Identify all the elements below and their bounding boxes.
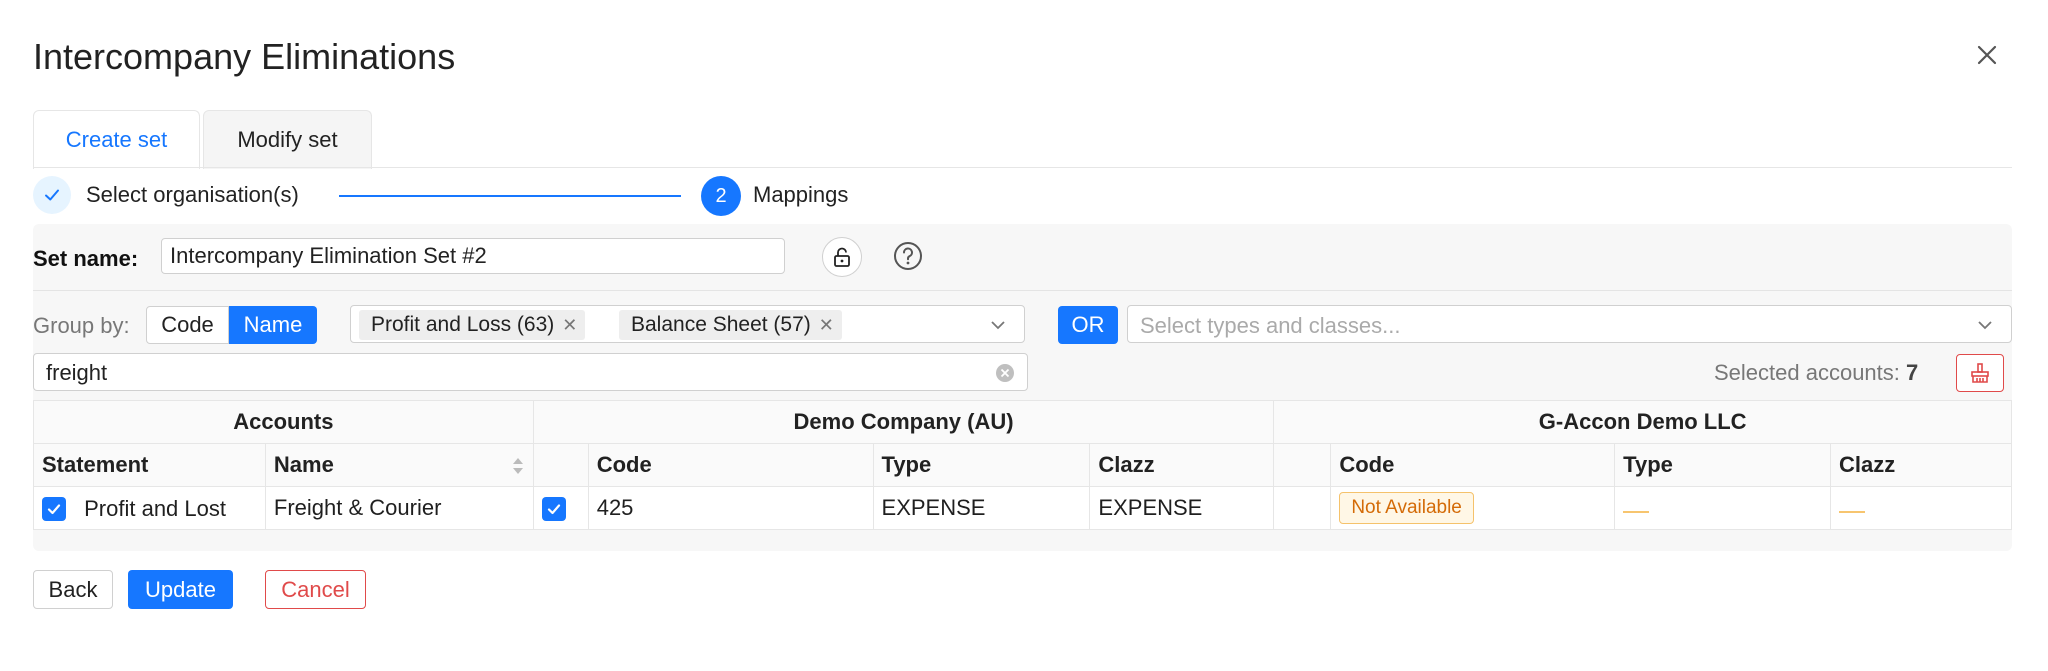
tab-modify-set[interactable]: Modify set <box>203 110 372 169</box>
tag-label: Balance Sheet (57) <box>631 313 811 336</box>
remove-tag-icon[interactable]: ✕ <box>562 315 577 336</box>
mappings-table: Accounts Demo Company (AU) G-Accon Demo … <box>33 400 2012 530</box>
selected-accounts-label: Selected accounts: <box>1714 360 1900 385</box>
gaccon-type-cell <box>1614 486 1832 530</box>
group-by-name-button[interactable]: Name <box>229 306 317 344</box>
question-icon <box>894 242 922 270</box>
tag-label: Profit and Loss (63) <box>371 313 555 336</box>
account-search-input[interactable]: freight <box>33 353 1028 391</box>
unlock-button[interactable] <box>822 237 862 277</box>
unlock-icon <box>834 247 850 267</box>
empty-value-dash <box>1623 511 1650 514</box>
statement-multiselect[interactable]: Profit and Loss (63) ✕ Balance Sheet (57… <box>350 305 1025 343</box>
types-classes-placeholder: Select types and classes... <box>1140 313 1401 338</box>
empty-value-dash <box>1839 511 1866 514</box>
col-demo-code: Code <box>587 443 874 487</box>
step-connector <box>339 195 681 197</box>
demo-clazz-cell: EXPENSE <box>1089 486 1275 530</box>
gaccon-clazz-cell <box>1830 486 2012 530</box>
table-row: Profit and Lost Freight & Courier 425 EX… <box>33 486 2012 530</box>
clear-search-icon[interactable] <box>995 363 1015 388</box>
cancel-button[interactable]: Cancel <box>265 570 366 609</box>
statement-tag-balance-sheet: Balance Sheet (57) ✕ <box>619 310 842 340</box>
back-button[interactable]: Back <box>33 570 113 609</box>
group-header-demo-company: Demo Company (AU) <box>532 400 1275 444</box>
close-icon[interactable] <box>1972 40 2002 70</box>
col-demo-select <box>532 443 589 487</box>
row-checkbox[interactable] <box>42 496 66 521</box>
clear-selection-button[interactable] <box>1956 354 2004 392</box>
col-gaccon-code: Code <box>1330 443 1616 487</box>
col-gaccon-clazz: Clazz <box>1830 443 2012 487</box>
sort-icon <box>512 458 523 474</box>
demo-select-cell <box>532 486 589 530</box>
set-name-label: Set name: <box>33 246 139 271</box>
checkmark-icon <box>547 504 560 515</box>
col-name-label: Name <box>273 452 334 477</box>
demo-type-cell: EXPENSE <box>872 486 1091 530</box>
tab-create-set[interactable]: Create set <box>33 110 200 169</box>
step-select-organisations-label: Select organisation(s) <box>86 182 299 207</box>
col-gaccon-select <box>1273 443 1332 487</box>
demo-checkbox[interactable] <box>541 497 566 522</box>
chevron-down-icon[interactable] <box>988 315 1008 340</box>
set-name-input[interactable] <box>161 238 785 274</box>
account-name-cell: Freight & Courier <box>264 486 534 530</box>
demo-code-cell: 425 <box>587 486 874 530</box>
group-header-gaccon: G-Accon Demo LLC <box>1273 400 2012 444</box>
tab-divider <box>33 167 2012 168</box>
chevron-down-icon[interactable] <box>1975 315 1995 340</box>
panel-divider <box>33 290 2012 291</box>
statement-value: Profit and Lost <box>84 495 226 521</box>
search-value: freight <box>46 360 108 385</box>
checkmark-icon <box>47 503 61 514</box>
col-gaccon-type: Type <box>1614 443 1832 487</box>
step-number-badge: 2 <box>701 176 741 216</box>
step-complete-check-icon <box>33 176 71 214</box>
statement-cell: Profit and Lost <box>33 486 266 530</box>
col-demo-type: Type <box>872 443 1091 487</box>
update-button[interactable]: Update <box>128 570 233 609</box>
dialog-title: Intercompany Eliminations <box>33 36 456 77</box>
types-classes-select[interactable]: Select types and classes... <box>1127 305 2012 343</box>
broom-icon <box>1971 363 1989 383</box>
step-mappings-label: Mappings <box>753 182 849 207</box>
not-available-badge: Not Available <box>1339 492 1474 524</box>
col-statement: Statement <box>33 443 266 487</box>
remove-tag-icon[interactable]: ✕ <box>819 315 834 336</box>
selected-accounts-number: 7 <box>1906 360 1919 385</box>
gaccon-code-cell: Not Available <box>1330 486 1616 530</box>
col-name[interactable]: Name <box>264 443 534 487</box>
or-button[interactable]: OR <box>1058 306 1118 344</box>
group-header-accounts: Accounts <box>33 400 534 444</box>
selected-accounts-count: Selected accounts: 7 <box>1714 360 1918 386</box>
help-button[interactable] <box>889 237 927 275</box>
gaccon-select-cell <box>1273 486 1332 530</box>
col-demo-clazz: Clazz <box>1089 443 1275 487</box>
statement-tag-profit-loss: Profit and Loss (63) ✕ <box>359 310 586 340</box>
group-by-label: Group by: <box>33 313 130 338</box>
group-by-code-button[interactable]: Code <box>146 306 229 344</box>
